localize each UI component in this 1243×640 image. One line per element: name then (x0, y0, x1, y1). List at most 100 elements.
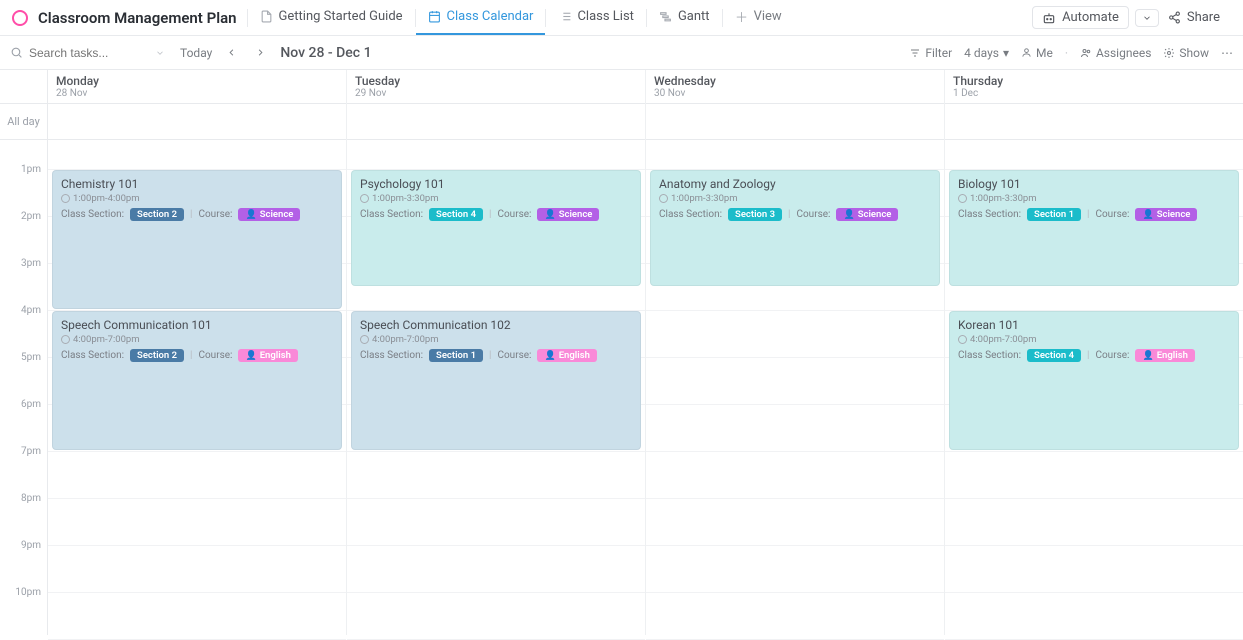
event-title: Anatomy and Zoology (659, 177, 931, 191)
event-time: 4:00pm-7:00pm (958, 334, 1230, 345)
separator: | (190, 350, 192, 361)
day-date: 29 Nov (355, 88, 637, 99)
robot-icon (1042, 11, 1056, 25)
event-title: Psychology 101 (360, 177, 632, 191)
settings-icon (1163, 47, 1175, 59)
allday-cell[interactable] (347, 104, 645, 140)
event-meta: Class Section: Section 2 | Course: 👤Engl… (61, 349, 333, 362)
time-label: 7pm (0, 446, 47, 493)
clock-icon (958, 194, 967, 203)
time-label: 3pm (0, 258, 47, 305)
allday-cell[interactable] (945, 104, 1243, 140)
calendar-toolbar: Today Nov 28 - Dec 1 Filter 4 days ▾ Me … (0, 36, 1243, 70)
course-label: Course: (796, 209, 830, 220)
course-tag: 👤English (238, 349, 297, 362)
share-icon (1168, 11, 1181, 24)
day-slots[interactable]: Biology 101 1:00pm-3:30pm Class Section:… (945, 140, 1243, 640)
tab-label: Gantt (678, 9, 710, 24)
event-chemistry-101[interactable]: Chemistry 101 1:00pm-4:00pm Class Sectio… (52, 170, 342, 309)
event-speech-101[interactable]: Speech Communication 101 4:00pm-7:00pm C… (52, 311, 342, 450)
days-selector[interactable]: 4 days ▾ (964, 46, 1009, 60)
add-view-button[interactable]: ＋ View (723, 0, 794, 35)
person-icon: 👤 (1142, 351, 1153, 361)
search-input[interactable] (29, 46, 149, 60)
tab-getting-started[interactable]: Getting Started Guide (248, 0, 415, 35)
filter-label: Filter (925, 46, 952, 60)
assignees-button[interactable]: Assignees (1080, 46, 1151, 60)
tab-class-list[interactable]: Class List (546, 0, 645, 35)
calendar-grid: All day 1pm 2pm 3pm 4pm 5pm 6pm 7pm 8pm … (0, 70, 1243, 635)
caret-down-icon: ▾ (1003, 46, 1009, 60)
event-time: 1:00pm-4:00pm (61, 193, 333, 204)
list-icon (558, 10, 572, 24)
event-anatomy[interactable]: Anatomy and Zoology 1:00pm-3:30pm Class … (650, 170, 940, 286)
show-button[interactable]: Show (1163, 46, 1209, 60)
day-slots[interactable]: Chemistry 101 1:00pm-4:00pm Class Sectio… (48, 140, 346, 640)
person-icon: 👤 (843, 210, 854, 220)
day-date: 30 Nov (654, 88, 936, 99)
chevron-down-icon[interactable] (155, 48, 165, 58)
event-title: Speech Communication 101 (61, 318, 333, 332)
event-biology-101[interactable]: Biology 101 1:00pm-3:30pm Class Section:… (949, 170, 1239, 286)
clock-icon (958, 335, 967, 344)
more-button[interactable]: ⋯ (1221, 46, 1233, 60)
me-button[interactable]: Me (1021, 46, 1053, 60)
event-title: Speech Communication 102 (360, 318, 632, 332)
search-wrap (10, 46, 170, 60)
search-icon (10, 46, 23, 59)
days-label: 4 days (964, 46, 999, 60)
day-slots[interactable]: Anatomy and Zoology 1:00pm-3:30pm Class … (646, 140, 944, 640)
event-psychology-101[interactable]: Psychology 101 1:00pm-3:30pm Class Secti… (351, 170, 641, 286)
day-column-monday: Monday 28 Nov Chemistry 101 1:00pm-4:00p… (48, 70, 347, 635)
event-speech-102[interactable]: Speech Communication 102 4:00pm-7:00pm C… (351, 311, 641, 450)
automate-button[interactable]: Automate (1032, 6, 1129, 29)
time-label: 2pm (0, 211, 47, 258)
separator: | (489, 350, 491, 361)
event-time: 1:00pm-3:30pm (659, 193, 931, 204)
tab-gantt[interactable]: Gantt (647, 0, 722, 35)
day-name: Thursday (953, 74, 1235, 88)
event-time: 4:00pm-7:00pm (360, 334, 632, 345)
today-button[interactable]: Today (180, 46, 212, 60)
allday-cell[interactable] (48, 104, 346, 140)
prev-button[interactable] (222, 47, 241, 58)
automate-dropdown[interactable] (1135, 9, 1159, 27)
time-label: 9pm (0, 540, 47, 587)
all-day-label: All day (0, 104, 47, 140)
day-slots[interactable]: Psychology 101 1:00pm-3:30pm Class Secti… (347, 140, 645, 640)
time-label: 5pm (0, 352, 47, 399)
tab-class-calendar[interactable]: Class Calendar (416, 0, 546, 35)
course-tag: 👤English (537, 349, 596, 362)
allday-cell[interactable] (646, 104, 944, 140)
person-icon: 👤 (245, 351, 256, 361)
filter-icon (909, 47, 921, 59)
separator: | (1087, 350, 1089, 361)
date-range: Nov 28 - Dec 1 (280, 45, 371, 61)
course-label: Course: (1095, 209, 1129, 220)
share-button[interactable]: Share (1159, 7, 1229, 28)
course-tag: 👤Science (1135, 208, 1197, 221)
day-column-thursday: Thursday 1 Dec Biology 101 1:00pm-3:30pm… (945, 70, 1243, 635)
add-view-label: View (754, 9, 782, 24)
page-title: Classroom Management Plan (38, 9, 237, 27)
time-column: All day 1pm 2pm 3pm 4pm 5pm 6pm 7pm 8pm … (0, 70, 48, 635)
event-korean-101[interactable]: Korean 101 4:00pm-7:00pm Class Section: … (949, 311, 1239, 450)
top-bar: Classroom Management Plan Getting Starte… (0, 0, 1243, 36)
view-tabs: Getting Started Guide Class Calendar Cla… (248, 0, 794, 35)
next-button[interactable] (251, 47, 270, 58)
day-date: 1 Dec (953, 88, 1235, 99)
clock-icon (659, 194, 668, 203)
event-meta: Class Section: Section 3 | Course: 👤Scie… (659, 208, 931, 221)
filter-button[interactable]: Filter (909, 46, 952, 60)
day-header: Tuesday 29 Nov (347, 70, 645, 104)
course-label: Course: (497, 209, 531, 220)
person-icon: 👤 (1142, 210, 1153, 220)
section-tag: Section 1 (1027, 208, 1081, 221)
event-time: 1:00pm-3:30pm (958, 193, 1230, 204)
assignees-label: Assignees (1096, 46, 1151, 60)
section-tag: Section 4 (429, 208, 483, 221)
automate-label: Automate (1062, 10, 1119, 25)
class-section-label: Class Section: (958, 209, 1021, 220)
section-tag: Section 4 (1027, 349, 1081, 362)
tab-label: Class List (577, 9, 633, 24)
